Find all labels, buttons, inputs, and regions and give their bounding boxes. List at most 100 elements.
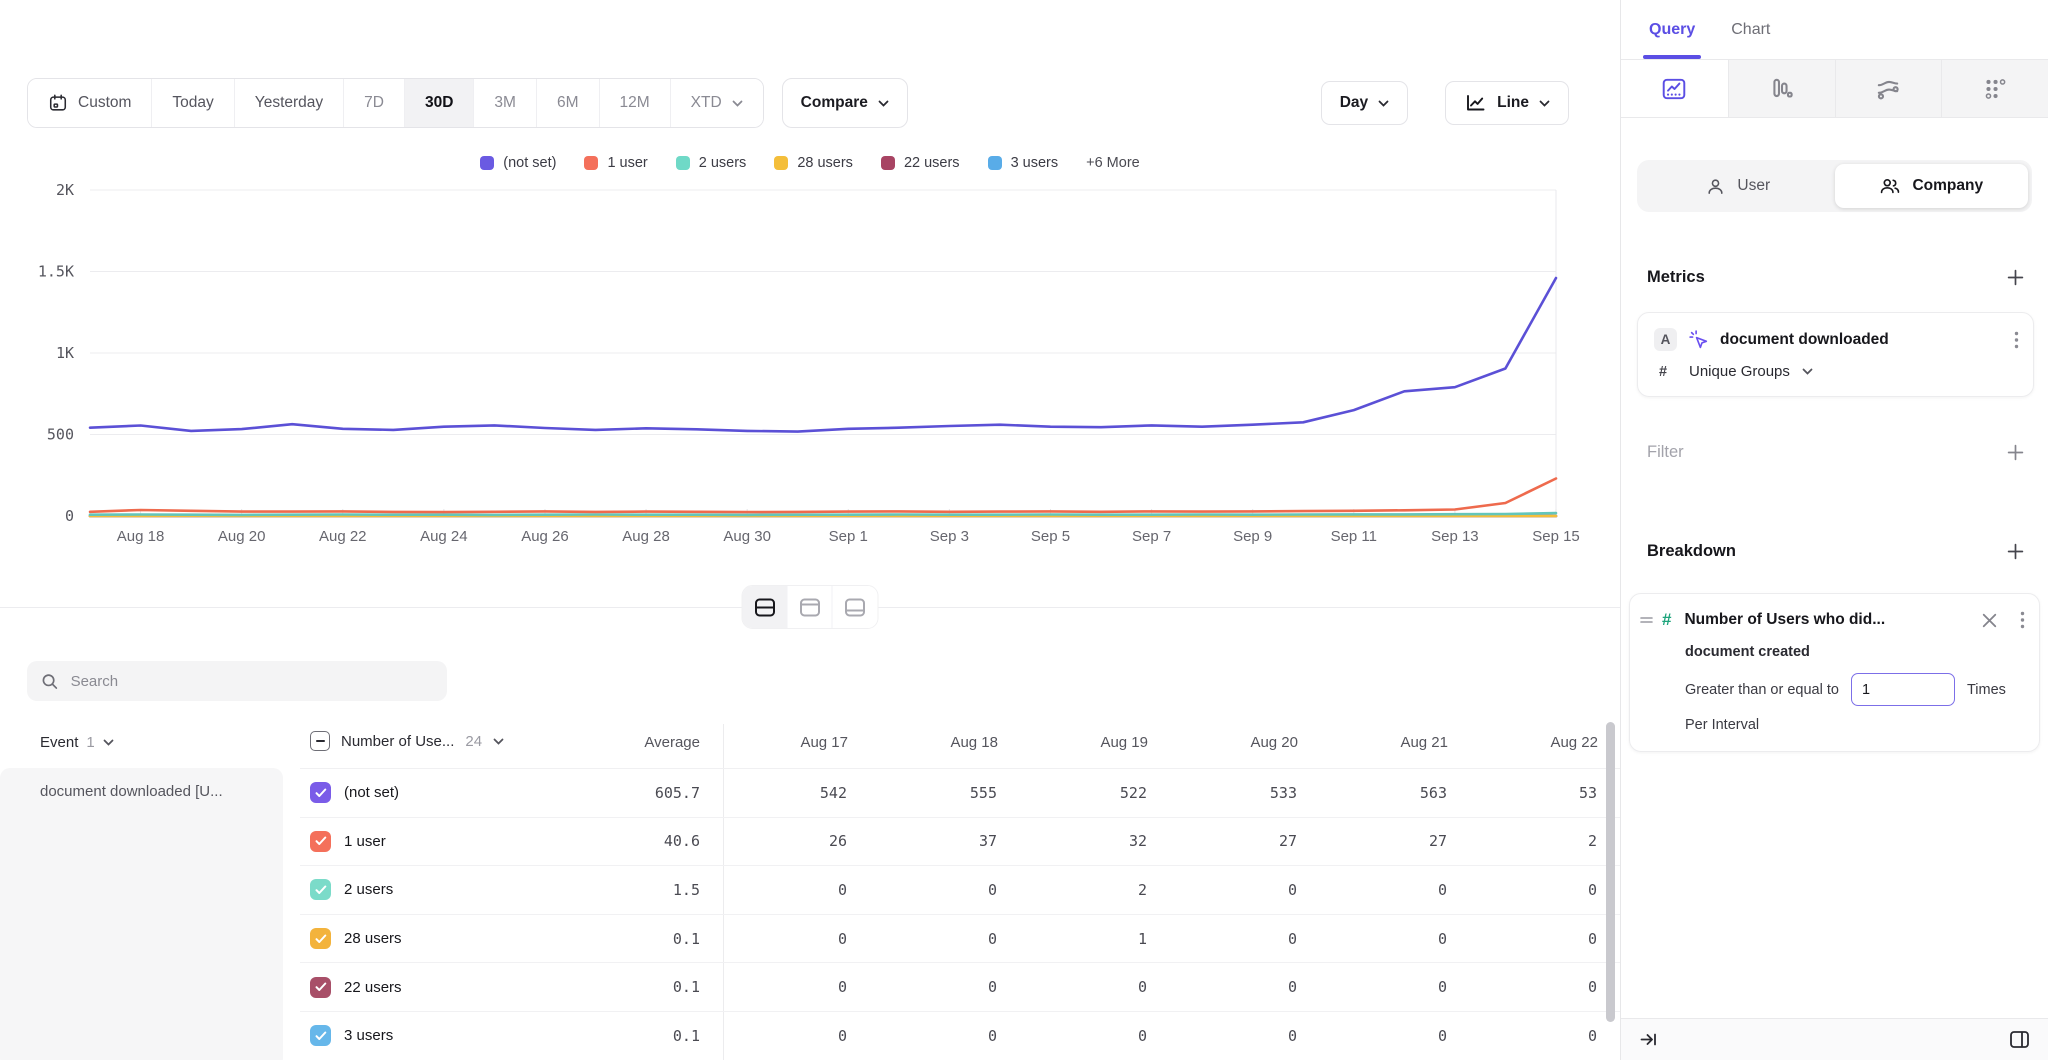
row-checkbox[interactable] xyxy=(310,831,331,852)
range-30d-button[interactable]: 30D xyxy=(405,79,474,127)
scope-toggle: User Company xyxy=(1637,160,2032,212)
date-column-header[interactable]: Aug 20 xyxy=(1203,734,1353,751)
metrics-section-header: Metrics xyxy=(1621,268,2048,287)
range-custom-button[interactable]: Custom xyxy=(28,79,152,127)
date-column-header[interactable]: Aug 21 xyxy=(1353,734,1503,751)
add-filter-button[interactable] xyxy=(2007,444,2024,461)
event-column-header[interactable]: Event 1 xyxy=(40,734,114,751)
interval-dropdown[interactable]: Day xyxy=(1321,81,1408,125)
table-header: Event 1 Number of Use... 24 Average Aug … xyxy=(0,724,1620,768)
row-checkbox[interactable] xyxy=(310,782,331,803)
date-column-header[interactable]: Aug 22 xyxy=(1503,734,1620,751)
table-row[interactable]: 2 users 1.5 002000 xyxy=(300,866,1620,915)
chart-type-flow-button[interactable] xyxy=(1835,60,1942,117)
row-checkbox[interactable] xyxy=(310,1025,331,1046)
row-checkbox[interactable] xyxy=(310,879,331,900)
legend-item[interactable]: 2 users xyxy=(676,155,747,171)
layout-table-only-button[interactable] xyxy=(833,586,878,628)
chevron-down-icon xyxy=(1539,100,1550,107)
date-column-header[interactable]: Aug 19 xyxy=(1053,734,1203,751)
panel-top-icon xyxy=(798,597,821,618)
legend-swatch xyxy=(480,156,494,170)
measure-dropdown[interactable]: Unique Groups xyxy=(1689,363,1790,380)
range-3m-button[interactable]: 3M xyxy=(474,79,537,127)
close-icon[interactable] xyxy=(1982,613,1997,628)
breakdown-card[interactable]: # Number of Users who did... document cr… xyxy=(1629,593,2040,752)
svg-text:Sep 13: Sep 13 xyxy=(1431,528,1479,545)
toggle-panel-button[interactable] xyxy=(2009,1030,2030,1049)
row-checkbox[interactable] xyxy=(310,928,331,949)
legend-item[interactable]: (not set) xyxy=(480,155,556,171)
breakdown-value-input[interactable] xyxy=(1851,673,1955,706)
scope-company-option[interactable]: Company xyxy=(1835,164,2029,208)
range-yesterday-button[interactable]: Yesterday xyxy=(235,79,344,127)
kebab-menu-icon[interactable] xyxy=(2014,331,2019,349)
compare-button[interactable]: Compare xyxy=(782,78,908,128)
metric-badge: A xyxy=(1654,328,1677,351)
vertical-scrollbar[interactable] xyxy=(1606,722,1615,1022)
side-panel-icon xyxy=(2009,1030,2030,1049)
line-chart[interactable]: 05001K1.5K2KAug 18Aug 20Aug 22Aug 24Aug … xyxy=(0,176,1620,551)
breakdown-heading: Breakdown xyxy=(1647,542,1736,561)
range-today-button[interactable]: Today xyxy=(152,79,234,127)
event-list-item[interactable]: document downloaded [U... xyxy=(0,768,283,1060)
table-row[interactable]: 22 users 0.1 000000 xyxy=(300,963,1620,1012)
add-metric-button[interactable] xyxy=(2007,269,2024,286)
range-7d-button[interactable]: 7D xyxy=(344,79,405,127)
breakdown-event-name[interactable]: document created xyxy=(1685,644,2025,660)
event-click-icon xyxy=(1688,329,1709,350)
search-icon xyxy=(41,672,59,691)
layout-toggle-group xyxy=(742,585,879,629)
chart-type-bar-button[interactable] xyxy=(1728,60,1835,117)
row-checkbox[interactable] xyxy=(310,977,331,998)
date-range-group: Custom Today Yesterday 7D 30D 3M 6M 12M … xyxy=(27,78,764,128)
date-column-header[interactable]: Aug 18 xyxy=(903,734,1053,751)
metric-event-name[interactable]: document downloaded xyxy=(1720,331,2003,349)
legend-item[interactable]: 1 user xyxy=(584,155,647,171)
tab-chart[interactable]: Chart xyxy=(1731,0,1770,59)
search-input[interactable] xyxy=(71,673,433,690)
table-row[interactable]: (not set) 605.7 54255552253356353 xyxy=(300,769,1620,818)
range-12m-button[interactable]: 12M xyxy=(600,79,671,127)
kebab-menu-icon[interactable] xyxy=(2020,611,2025,629)
table-row[interactable]: 28 users 0.1 001000 xyxy=(300,915,1620,964)
collapse-panel-button[interactable] xyxy=(1639,1030,1658,1049)
chart-type-dropdown[interactable]: Line xyxy=(1445,81,1569,125)
legend-item[interactable]: 28 users xyxy=(774,155,853,171)
legend-more-button[interactable]: +6 More xyxy=(1086,155,1140,171)
breakdown-property-name[interactable]: Number of Users who did... xyxy=(1684,611,1973,629)
group-column-header[interactable]: Number of Use... 24 xyxy=(310,731,504,751)
range-xtd-button[interactable]: XTD xyxy=(671,79,763,127)
date-column-header[interactable]: Aug 17 xyxy=(753,734,903,751)
svg-text:Sep 9: Sep 9 xyxy=(1233,528,1272,545)
svg-text:Aug 18: Aug 18 xyxy=(117,528,165,545)
average-column-header[interactable]: Average xyxy=(560,734,700,751)
tab-query[interactable]: Query xyxy=(1649,0,1695,59)
line-chart-svg: 05001K1.5K2KAug 18Aug 20Aug 22Aug 24Aug … xyxy=(0,176,1620,551)
row-average: 0.1 xyxy=(550,930,700,948)
add-breakdown-button[interactable] xyxy=(2007,543,2024,560)
svg-text:Aug 24: Aug 24 xyxy=(420,528,468,545)
legend-item[interactable]: 22 users xyxy=(881,155,960,171)
scope-user-option[interactable]: User xyxy=(1641,164,1835,208)
legend-swatch xyxy=(676,156,690,170)
svg-text:0: 0 xyxy=(65,507,74,525)
chart-type-line-button[interactable] xyxy=(1621,60,1728,117)
table-row[interactable]: 3 users 0.1 000000 xyxy=(300,1012,1620,1060)
main-panel: Custom Today Yesterday 7D 30D 3M 6M 12M … xyxy=(0,0,1620,1060)
select-all-checkbox[interactable] xyxy=(310,731,330,751)
breakdown-condition-label[interactable]: Greater than or equal to xyxy=(1685,682,1839,698)
legend-swatch xyxy=(988,156,1002,170)
metric-card[interactable]: A document downloaded # Unique Groups xyxy=(1637,312,2034,397)
panel-bottom-icon xyxy=(844,597,867,618)
table-row[interactable]: 1 user 40.6 26373227272 xyxy=(300,818,1620,867)
row-average: 40.6 xyxy=(550,832,700,850)
range-6m-button[interactable]: 6M xyxy=(537,79,600,127)
layout-split-button[interactable] xyxy=(743,586,788,628)
drag-handle-icon[interactable] xyxy=(1640,615,1653,625)
row-label: (not set) xyxy=(344,784,399,801)
breakdown-interval-label[interactable]: Per Interval xyxy=(1685,717,2025,733)
legend-item[interactable]: 3 users xyxy=(988,155,1059,171)
layout-chart-only-button[interactable] xyxy=(788,586,833,628)
chart-type-funnel-button[interactable] xyxy=(1941,60,2048,117)
